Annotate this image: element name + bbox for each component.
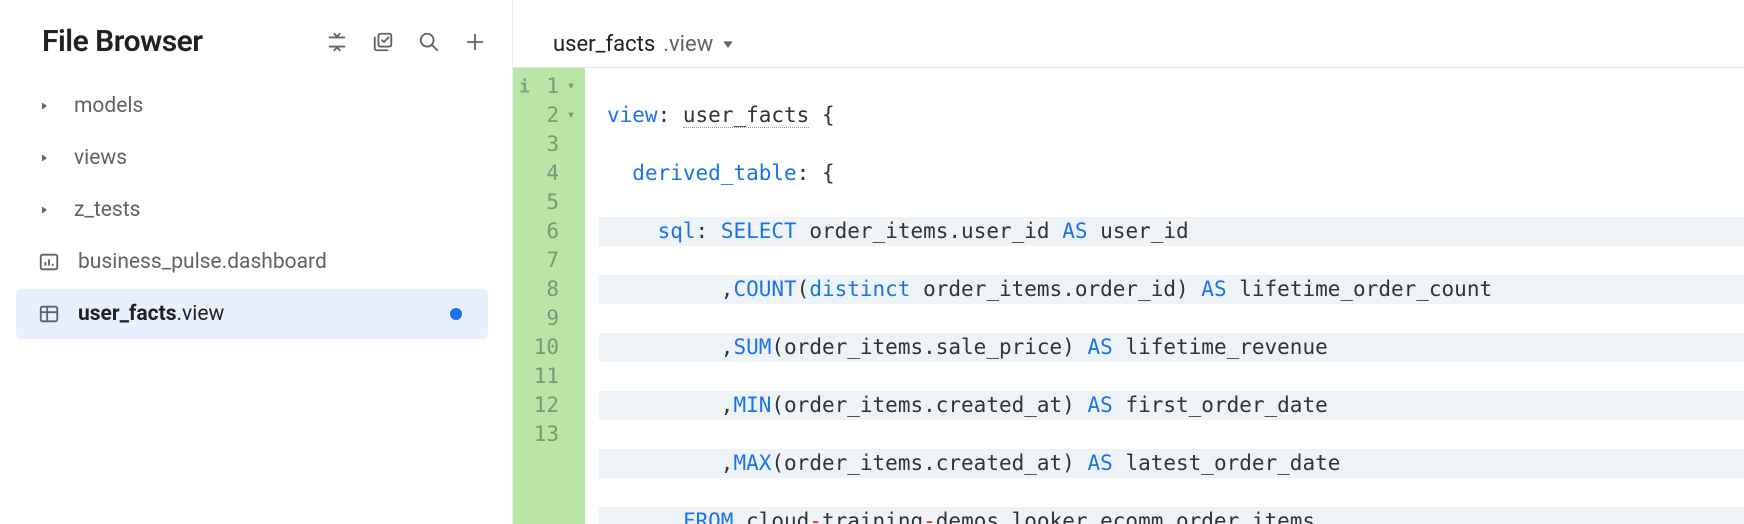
gutter-row: 9	[513, 304, 585, 333]
code-editor[interactable]: i1▾ 2▾ 3 4 5 6 7 8 9 10 11 12 13 view: u…	[513, 68, 1744, 524]
editor-tab-user-facts[interactable]: user_facts .view	[553, 32, 735, 57]
editor-panel: user_facts .view i1▾ 2▾ 3 4 5 6 7 8 9 10 …	[512, 0, 1744, 524]
chevron-right-icon	[38, 100, 60, 112]
sidebar-item-views[interactable]: views	[16, 133, 488, 183]
editor-tab-name: user_facts	[553, 32, 655, 57]
modified-dot-icon	[450, 308, 462, 320]
sidebar-item-label: business_pulse	[78, 250, 222, 274]
gutter-row: 11	[513, 362, 585, 391]
gutter-row: 7	[513, 246, 585, 275]
code-line[interactable]: ,MAX(order_items.created_at) AS latest_o…	[599, 449, 1744, 478]
file-browser-sidebar: File Browser	[0, 0, 512, 524]
sidebar-item-business-pulse[interactable]: business_pulse.dashboard	[16, 237, 488, 287]
gutter-row: 5	[513, 188, 585, 217]
gutter-row: 8	[513, 275, 585, 304]
gutter-row: 4	[513, 159, 585, 188]
add-icon[interactable]	[462, 29, 488, 55]
code-line[interactable]: sql: SELECT order_items.user_id AS user_…	[599, 217, 1744, 246]
sidebar-item-label: z_tests	[74, 198, 140, 222]
editor-gutter: i1▾ 2▾ 3 4 5 6 7 8 9 10 11 12 13	[513, 68, 585, 524]
gutter-row: 2▾	[513, 101, 585, 130]
chevron-down-icon	[721, 32, 735, 57]
file-browser-header: File Browser	[42, 24, 488, 59]
sidebar-item-user-facts[interactable]: user_facts.view	[16, 289, 488, 339]
code-line[interactable]: FROM cloud-training-demos.looker_ecomm.o…	[599, 507, 1744, 524]
bulk-select-icon[interactable]	[370, 29, 396, 55]
sidebar-item-label: models	[74, 94, 143, 118]
code-line[interactable]: ,COUNT(distinct order_items.order_id) AS…	[599, 275, 1744, 304]
search-icon[interactable]	[416, 29, 442, 55]
gutter-row: i1▾	[513, 72, 585, 101]
gutter-row: 13	[513, 420, 585, 449]
info-icon: i	[519, 72, 530, 101]
chevron-right-icon	[38, 204, 60, 216]
bar-chart-icon	[38, 251, 68, 273]
file-browser-title: File Browser	[42, 24, 203, 59]
gutter-row: 3	[513, 130, 585, 159]
sidebar-item-ext: .dashboard	[222, 250, 327, 274]
editor-tab-ext: .view	[663, 32, 713, 57]
code-line[interactable]: derived_table: {	[599, 159, 1744, 188]
fold-icon[interactable]: ▾	[565, 101, 577, 130]
chevron-right-icon	[38, 152, 60, 164]
sidebar-item-models[interactable]: models	[16, 81, 488, 131]
gutter-row: 10	[513, 333, 585, 362]
code-area[interactable]: view: user_facts { derived_table: { sql:…	[585, 68, 1744, 524]
code-line[interactable]: ,MIN(order_items.created_at) AS first_or…	[599, 391, 1744, 420]
code-line[interactable]: view: user_facts {	[599, 101, 1744, 130]
code-line[interactable]: ,SUM(order_items.sale_price) AS lifetime…	[599, 333, 1744, 362]
fold-icon[interactable]: ▾	[565, 72, 577, 101]
gutter-row: 6	[513, 217, 585, 246]
sidebar-item-ext: .view	[177, 302, 225, 326]
collapse-icon[interactable]	[324, 29, 350, 55]
table-icon	[38, 303, 68, 325]
file-browser-actions	[324, 29, 488, 55]
sidebar-item-ztests[interactable]: z_tests	[16, 185, 488, 235]
file-tree: models views z_tests business_	[16, 81, 488, 339]
editor-tabbar: user_facts .view	[513, 0, 1744, 68]
gutter-row: 12	[513, 391, 585, 420]
sidebar-item-label: views	[74, 146, 127, 170]
sidebar-item-label: user_facts	[78, 302, 177, 326]
